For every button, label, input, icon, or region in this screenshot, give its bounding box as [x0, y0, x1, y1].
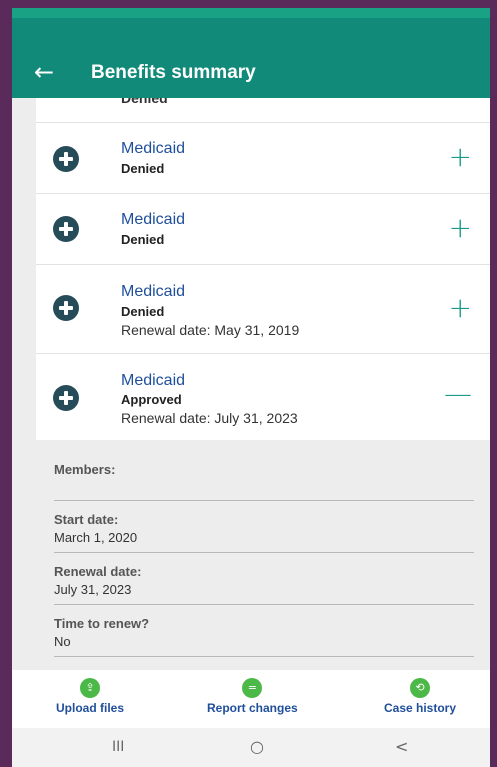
benefit-row[interactable]: Medicaid Denied +	[36, 194, 490, 265]
system-back-icon[interactable]: <	[395, 737, 408, 756]
benefit-details: Members: Start date: March 1, 2020 Renew…	[54, 426, 474, 657]
benefit-renewal-date: Renewal date: May 31, 2019	[121, 322, 300, 338]
add-circle-icon	[53, 295, 79, 321]
report-icon: =	[242, 678, 263, 698]
members-label: Members:	[54, 462, 116, 477]
expand-plus-icon[interactable]: +	[449, 214, 472, 242]
time-to-renew-value: No	[54, 634, 71, 649]
benefit-row[interactable]: Medicaid Denied Renewal date: May 31, 20…	[36, 265, 490, 354]
add-circle-icon	[53, 216, 79, 242]
add-circle-icon	[53, 385, 79, 411]
renewal-date-value: July 31, 2023	[54, 582, 132, 597]
home-icon[interactable]: ○	[250, 737, 264, 756]
case-history-label: Case history	[384, 701, 457, 715]
members-section: Members:	[54, 426, 474, 486]
bottom-navigation: ⇪ Upload files = Report changes ⟲ Case h…	[12, 670, 490, 728]
phone-screen: ← Benefits summary Denied Medicaid Denie…	[12, 8, 490, 767]
benefit-status: Denied	[121, 161, 165, 176]
start-date-section: Start date: March 1, 2020	[54, 501, 474, 552]
case-history-button[interactable]: ⟲ Case history	[384, 678, 456, 715]
time-to-renew-section: Time to renew? No	[54, 605, 474, 656]
start-date-label: Start date:	[54, 512, 119, 527]
upload-icon: ⇪	[80, 678, 100, 698]
time-to-renew-label: Time to renew?	[54, 616, 150, 631]
expand-plus-icon[interactable]: +	[449, 143, 472, 171]
benefit-status: Approved	[121, 392, 182, 407]
report-changes-button[interactable]: = Report changes	[207, 678, 298, 715]
benefit-status: Denied	[121, 232, 165, 247]
benefit-status: Denied	[121, 98, 168, 106]
report-changes-label: Report changes	[207, 701, 298, 715]
recent-apps-icon[interactable]: III	[112, 739, 124, 755]
benefit-program[interactable]: Medicaid	[121, 140, 185, 158]
page-title: Benefits summary	[91, 62, 256, 83]
app-bar: ← Benefits summary	[12, 18, 490, 98]
benefit-program[interactable]: Medicaid	[121, 372, 185, 390]
benefit-program[interactable]: Medicaid	[121, 211, 185, 229]
history-icon: ⟲	[410, 678, 431, 698]
divider	[54, 656, 474, 657]
renewal-date-section: Renewal date: July 31, 2023	[54, 553, 474, 604]
benefit-status: Denied	[121, 304, 165, 319]
start-date-value: March 1, 2020	[54, 530, 138, 545]
back-arrow-icon[interactable]: ←	[34, 60, 54, 84]
system-navigation-bar: III ○ <	[12, 728, 490, 767]
benefit-row[interactable]: Medicaid Denied +	[36, 123, 490, 194]
collapse-minus-icon[interactable]: —	[444, 380, 472, 408]
add-circle-icon	[53, 146, 79, 172]
upload-files-button[interactable]: ⇪ Upload files	[56, 678, 124, 715]
benefit-program[interactable]: Medicaid	[121, 283, 185, 301]
expand-plus-icon[interactable]: +	[449, 294, 472, 322]
upload-files-label: Upload files	[56, 701, 125, 715]
benefit-renewal-date: Renewal date: July 31, 2023	[121, 410, 298, 426]
status-bar	[12, 8, 490, 18]
renewal-date-label: Renewal date:	[54, 564, 142, 579]
main-content[interactable]: Denied Medicaid Denied + Medicaid Denied…	[12, 98, 490, 670]
benefits-list: Denied Medicaid Denied + Medicaid Denied…	[36, 98, 490, 440]
benefit-row-partial: Denied	[36, 98, 490, 123]
